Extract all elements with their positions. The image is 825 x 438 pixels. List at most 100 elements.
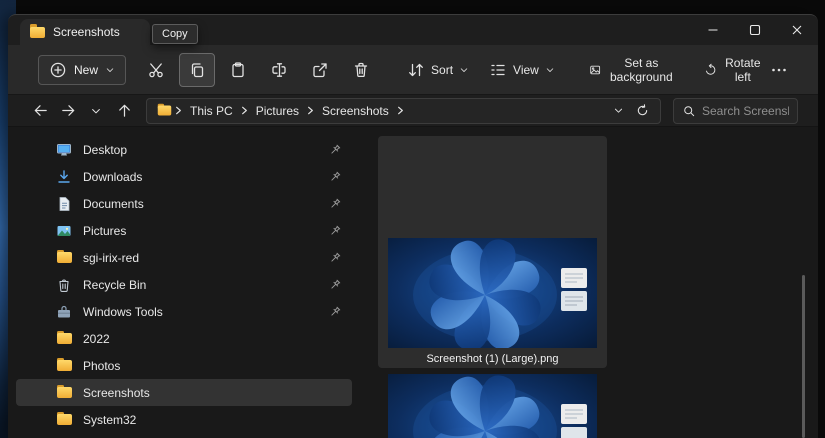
desktop-icon (56, 142, 72, 158)
chevron-down-icon (106, 67, 114, 72)
vertical-scrollbar[interactable] (802, 275, 805, 438)
copy-tooltip: Copy (152, 24, 198, 44)
address-bar: This PC Pictures Screenshots (8, 95, 818, 127)
view-label: View (513, 62, 539, 77)
cut-icon (149, 62, 163, 77)
sidebar-item-pictures[interactable]: Pictures (16, 217, 352, 244)
sidebar-item-label: Photos (83, 358, 121, 373)
maximize-icon (749, 24, 761, 36)
view-button[interactable]: View (483, 55, 561, 85)
pin-icon (328, 251, 342, 265)
up-button[interactable] (110, 97, 138, 125)
folder-icon (56, 411, 72, 428)
back-button[interactable] (26, 97, 54, 125)
chevron-down-icon (546, 67, 554, 72)
title-bar: Screenshots (8, 15, 818, 45)
scrollbar-thumb[interactable] (802, 275, 805, 438)
more-options-button[interactable] (769, 53, 789, 87)
delete-button[interactable] (343, 53, 379, 87)
wallpaper-bloom-image (388, 374, 597, 438)
trash-icon (354, 62, 368, 77)
recycle-bin-icon (56, 277, 72, 293)
sidebar-item-documents[interactable]: Documents (16, 190, 352, 217)
image-icon (590, 65, 600, 74)
search-box[interactable] (673, 97, 798, 124)
rotate-left-label: Rotate left (725, 55, 761, 84)
sidebar-item-recycle-bin[interactable]: Recycle Bin (16, 271, 352, 298)
folder-icon (56, 384, 72, 401)
pin-icon (328, 197, 342, 211)
share-button[interactable] (302, 53, 338, 87)
rename-button[interactable] (261, 53, 297, 87)
cut-button[interactable] (138, 53, 174, 87)
sidebar-item-downloads[interactable]: Downloads (16, 163, 352, 190)
rename-icon (272, 62, 286, 77)
window-tab-title: Screenshots (53, 25, 120, 39)
refresh-icon (637, 104, 647, 116)
set-as-background-label: Set as background (609, 55, 673, 84)
view-icon (491, 64, 505, 75)
tools-icon (56, 304, 72, 320)
refresh-button[interactable] (630, 100, 654, 122)
search-input[interactable] (702, 103, 789, 118)
sidebar-item-screenshots[interactable]: Screenshots (16, 379, 352, 406)
folder-icon (56, 330, 72, 347)
sidebar-item-label: Pictures (83, 223, 127, 238)
sort-label: Sort (431, 62, 454, 77)
sort-button[interactable]: Sort (401, 55, 475, 85)
sidebar-item-label: Documents (83, 196, 144, 211)
file-thumbnail (388, 374, 597, 438)
breadcrumb-chevron-icon (176, 106, 181, 115)
folder-icon (30, 24, 45, 38)
downloads-icon (56, 169, 72, 185)
sidebar-item-windows-tools[interactable]: Windows Tools (16, 298, 352, 325)
navigation-pane: Desktop Downloads Documents Pictures sgi… (8, 127, 360, 438)
location-folder-icon (157, 103, 172, 116)
recent-locations-button[interactable] (82, 97, 110, 125)
pin-icon (328, 224, 342, 238)
set-as-background-button[interactable]: Set as background (583, 50, 682, 90)
new-button[interactable]: New (38, 54, 127, 85)
paste-button[interactable] (220, 53, 256, 87)
file-tile[interactable] (378, 373, 607, 438)
files-pane: Screenshot (1) (Large).png (360, 127, 818, 438)
chevron-down-icon (460, 67, 468, 72)
breadcrumb-pictures[interactable]: Pictures (251, 102, 304, 120)
copy-button[interactable] (179, 52, 216, 87)
sidebar-item-desktop[interactable]: Desktop (16, 136, 352, 163)
breadcrumb-bar[interactable]: This PC Pictures Screenshots (146, 97, 661, 124)
sidebar-item-label: Downloads (83, 169, 143, 184)
folder-icon (56, 357, 72, 374)
arrow-right-icon (61, 105, 74, 116)
window-tab[interactable]: Screenshots (20, 19, 150, 45)
arrow-up-icon (118, 104, 130, 117)
breadcrumb-screenshots[interactable]: Screenshots (317, 102, 394, 120)
ellipsis-icon (772, 68, 786, 71)
file-name-label: Screenshot (1) (Large).png (426, 353, 559, 365)
breadcrumb-chevron-icon (241, 106, 247, 115)
maximize-button[interactable] (734, 15, 776, 45)
wallpaper-bloom-image (388, 238, 597, 348)
close-button[interactable] (776, 15, 818, 45)
breadcrumb-chevron-icon (397, 106, 403, 115)
clipboard-actions (138, 52, 379, 87)
sidebar-item-label: Windows Tools (83, 304, 163, 319)
sidebar-item-2022[interactable]: 2022 (16, 325, 352, 352)
sidebar-item-system32[interactable]: System32 (16, 406, 352, 433)
address-dropdown-button[interactable] (606, 100, 630, 122)
share-icon (313, 62, 327, 77)
new-button-label: New (74, 62, 99, 77)
sort-icon (409, 63, 423, 76)
forward-button[interactable] (54, 97, 82, 125)
sidebar-item-sgi-irix-red[interactable]: sgi-irix-red (16, 244, 352, 271)
breadcrumb-this-pc[interactable]: This PC (185, 102, 238, 120)
file-thumbnail (388, 238, 597, 348)
sidebar-item-photos[interactable]: Photos (16, 352, 352, 379)
pictures-icon (56, 223, 72, 239)
rotate-left-button[interactable]: Rotate left (698, 50, 769, 90)
content-area: Desktop Downloads Documents Pictures sgi… (8, 127, 818, 438)
chevron-down-icon (92, 108, 100, 113)
minimize-button[interactable] (692, 15, 734, 45)
sidebar-item-label: System32 (83, 412, 137, 427)
file-tile-selected[interactable]: Screenshot (1) (Large).png (378, 136, 607, 368)
